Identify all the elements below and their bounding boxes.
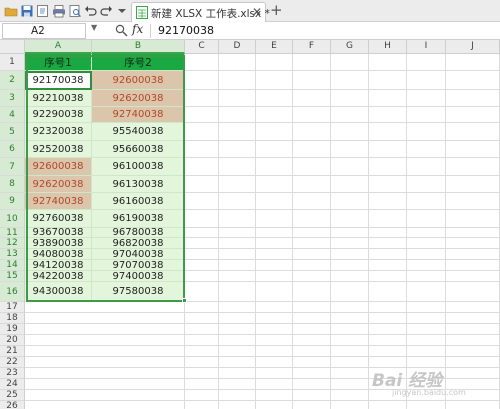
name-box[interactable]: A2 bbox=[2, 23, 86, 39]
cell-b3[interactable]: 92620038 bbox=[92, 90, 185, 107]
row-header-9[interactable]: 9 bbox=[0, 193, 25, 210]
formula-bar: A2 ▼ fx 92170038 bbox=[0, 22, 500, 40]
cell-a4[interactable]: 92290038 bbox=[25, 107, 92, 123]
cell-b9[interactable]: 96160038 bbox=[92, 193, 185, 210]
row-header-12[interactable]: 12 bbox=[0, 238, 25, 249]
gridline bbox=[25, 345, 500, 346]
cell-a7[interactable]: 92600038 bbox=[25, 158, 92, 176]
cell-b2[interactable]: 92600038 bbox=[92, 71, 185, 90]
cell-a14[interactable]: 94120038 bbox=[25, 260, 92, 271]
cell-b13[interactable]: 97040038 bbox=[92, 249, 185, 260]
gridline bbox=[25, 400, 500, 401]
cell-b12[interactable]: 96820038 bbox=[92, 238, 185, 249]
header-cell-b1[interactable]: 序号2 bbox=[92, 54, 185, 71]
spreadsheet-file-icon bbox=[136, 6, 148, 19]
watermark-url: jingyan.baidu.com bbox=[392, 388, 466, 397]
cell-b7[interactable]: 96100038 bbox=[92, 158, 185, 176]
row-header-1[interactable]: 1 bbox=[0, 54, 25, 71]
row-header-7[interactable]: 7 bbox=[0, 158, 25, 176]
cell-a12[interactable]: 93890038 bbox=[25, 238, 92, 249]
column-header-a[interactable]: A bbox=[25, 40, 92, 54]
cell-a2[interactable]: 92170038 bbox=[25, 71, 92, 90]
tab-workbook[interactable]: 新建 XLSX 工作表.xlsx * ✕ bbox=[131, 2, 270, 22]
cell-b6[interactable]: 95660038 bbox=[92, 141, 185, 158]
cell-a9[interactable]: 92740038 bbox=[25, 193, 92, 210]
cell-b15[interactable]: 97400038 bbox=[92, 271, 185, 282]
select-all-corner[interactable] bbox=[0, 40, 25, 54]
column-header-d[interactable]: D bbox=[219, 40, 256, 54]
row-header-5[interactable]: 5 bbox=[0, 123, 25, 141]
row-header-10[interactable]: 10 bbox=[0, 210, 25, 228]
cell-a8[interactable]: 92620038 bbox=[25, 176, 92, 193]
gridline bbox=[25, 356, 500, 357]
column-header-e[interactable]: E bbox=[256, 40, 293, 54]
row-header-22[interactable]: 22 bbox=[0, 357, 25, 368]
zoom-icon[interactable] bbox=[115, 24, 128, 37]
row-header-14[interactable]: 14 bbox=[0, 260, 25, 271]
cell-b4[interactable]: 92740038 bbox=[92, 107, 185, 123]
cell-a11[interactable]: 93670038 bbox=[25, 227, 92, 238]
chevron-down-icon[interactable] bbox=[115, 4, 129, 18]
column-header-g[interactable]: G bbox=[331, 40, 369, 54]
cell-b11[interactable]: 96780038 bbox=[92, 227, 185, 238]
row-header-3[interactable]: 3 bbox=[0, 90, 25, 107]
row-header-8[interactable]: 8 bbox=[0, 176, 25, 193]
row-header-23[interactable]: 23 bbox=[0, 368, 25, 379]
cell-a16[interactable]: 94300038 bbox=[25, 282, 92, 302]
row-header-25[interactable]: 25 bbox=[0, 390, 25, 401]
formula-separator bbox=[150, 24, 151, 38]
save-icon[interactable] bbox=[20, 4, 34, 18]
cell-a6[interactable]: 92520038 bbox=[25, 141, 92, 158]
save-as-icon[interactable] bbox=[36, 4, 50, 18]
cell-a5[interactable]: 92320038 bbox=[25, 123, 92, 141]
row-header-11[interactable]: 11 bbox=[0, 228, 25, 238]
gridline bbox=[25, 312, 500, 313]
folder-icon[interactable] bbox=[4, 4, 18, 18]
cell-b5[interactable]: 95540038 bbox=[92, 123, 185, 141]
gridline bbox=[25, 334, 500, 335]
function-icon[interactable]: fx bbox=[132, 22, 143, 36]
chevron-down-icon[interactable]: ▼ bbox=[91, 23, 97, 32]
cell-a10[interactable]: 92760038 bbox=[25, 210, 92, 228]
row-header-13[interactable]: 13 bbox=[0, 249, 25, 260]
row-header-6[interactable]: 6 bbox=[0, 141, 25, 158]
close-icon[interactable]: ✕ bbox=[252, 5, 262, 19]
row-header-16[interactable]: 16 bbox=[0, 282, 25, 302]
row-header-15[interactable]: 15 bbox=[0, 271, 25, 282]
cell-a13[interactable]: 94080038 bbox=[25, 249, 92, 260]
quick-access-toolbar: 新建 XLSX 工作表.xlsx * ✕ + bbox=[0, 0, 500, 22]
add-tab-button[interactable]: + bbox=[270, 1, 283, 19]
cell-a3[interactable]: 92210038 bbox=[25, 90, 92, 107]
row-header-17[interactable]: 17 bbox=[0, 302, 25, 313]
row-header-24[interactable]: 24 bbox=[0, 379, 25, 390]
column-header-b[interactable]: B bbox=[92, 40, 185, 54]
gridline bbox=[25, 323, 500, 324]
row-header-20[interactable]: 20 bbox=[0, 335, 25, 346]
row-header-19[interactable]: 19 bbox=[0, 324, 25, 335]
row-header-4[interactable]: 4 bbox=[0, 107, 25, 123]
cell-b14[interactable]: 97070038 bbox=[92, 260, 185, 271]
formula-input[interactable]: 92170038 bbox=[158, 24, 214, 37]
redo-icon[interactable] bbox=[99, 4, 113, 18]
row-header-2[interactable]: 2 bbox=[0, 71, 25, 90]
column-header-h[interactable]: H bbox=[369, 40, 407, 54]
undo-icon[interactable] bbox=[84, 4, 98, 18]
header-cell-a1[interactable]: 序号1 bbox=[25, 54, 92, 71]
fill-handle[interactable] bbox=[182, 298, 187, 303]
row-header-21[interactable]: 21 bbox=[0, 346, 25, 357]
row-header-26[interactable]: 26 bbox=[0, 401, 25, 409]
row-header-18[interactable]: 18 bbox=[0, 313, 25, 324]
cell-b8[interactable]: 96130038 bbox=[92, 176, 185, 193]
column-header-c[interactable]: C bbox=[185, 40, 219, 54]
column-header-f[interactable]: F bbox=[293, 40, 331, 54]
column-header-j[interactable]: J bbox=[446, 40, 500, 54]
column-header-i[interactable]: I bbox=[407, 40, 446, 54]
cell-b10[interactable]: 96190038 bbox=[92, 210, 185, 228]
cell-b16[interactable]: 97580038 bbox=[92, 282, 185, 302]
cell-a15[interactable]: 94220038 bbox=[25, 271, 92, 282]
print-icon[interactable] bbox=[52, 4, 66, 18]
print-preview-icon[interactable] bbox=[68, 4, 82, 18]
